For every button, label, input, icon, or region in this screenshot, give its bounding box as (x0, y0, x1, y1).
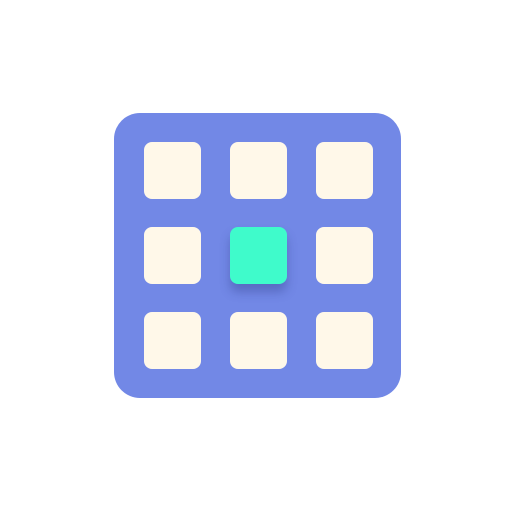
grid-tile-r2-c1 (144, 227, 201, 284)
grid-tile-r3-c2 (230, 312, 287, 369)
tile-grid (144, 142, 373, 369)
grid-tile-r3-c1 (144, 312, 201, 369)
grid-tile-r3-c3 (316, 312, 373, 369)
grid-tile-r1-c1 (144, 142, 201, 199)
grid-tile-r2-c3 (316, 227, 373, 284)
grid-tile-r1-c3 (316, 142, 373, 199)
canvas (0, 0, 512, 512)
grid-app-icon[interactable] (114, 113, 401, 398)
grid-tile-selected (230, 227, 287, 284)
grid-tile-r1-c2 (230, 142, 287, 199)
